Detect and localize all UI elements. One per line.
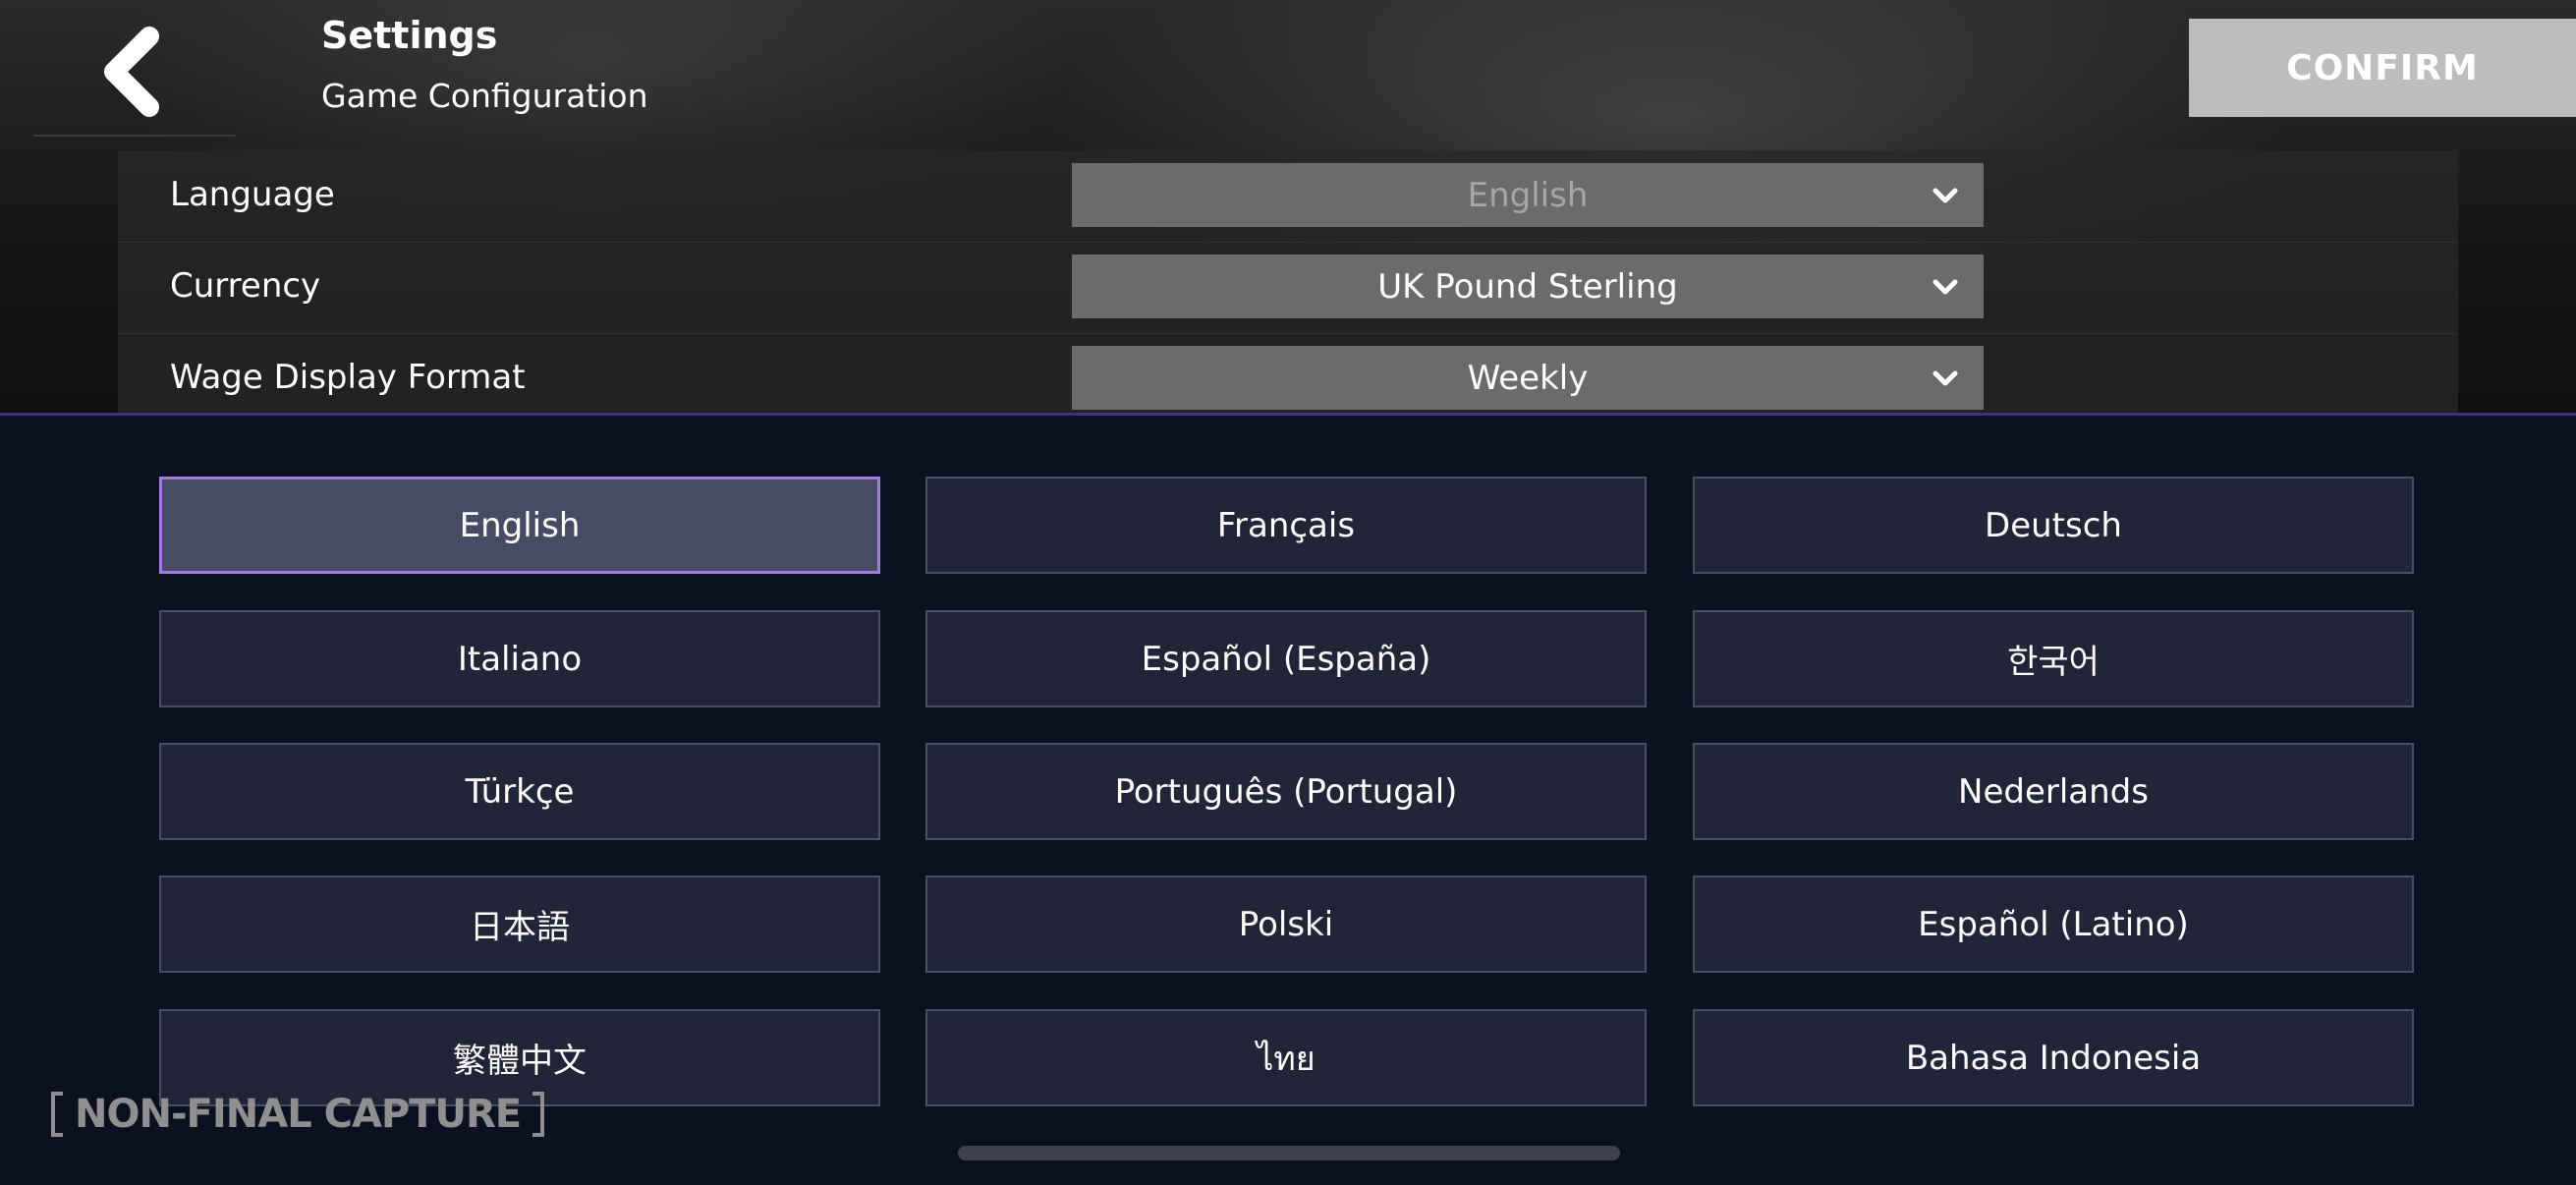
setting-label: Currency <box>170 266 321 306</box>
language-option-francais[interactable]: Français <box>925 477 1647 574</box>
setting-label: Language <box>170 175 335 214</box>
language-option-bahasa-indonesia[interactable]: Bahasa Indonesia <box>1693 1009 2414 1106</box>
watermark-bracket-left <box>51 1092 63 1137</box>
page-subtitle: Game Configuration <box>321 77 648 115</box>
panel-divider <box>0 413 2576 416</box>
confirm-button[interactable]: CONFIRM <box>2189 19 2576 117</box>
dropdown-value: Weekly <box>1467 358 1589 398</box>
language-option-italiano[interactable]: Italiano <box>159 610 880 707</box>
language-option-polski[interactable]: Polski <box>925 875 1647 973</box>
language-option-nederlands[interactable]: Nederlands <box>1693 743 2414 840</box>
back-underline <box>33 135 236 137</box>
watermark-text: NON-FINAL CAPTURE <box>75 1092 522 1137</box>
language-option-portugues[interactable]: Português (Portugal) <box>925 743 1647 840</box>
setting-row-currency: Currency UK Pound Sterling <box>118 242 2458 334</box>
watermark: NON-FINAL CAPTURE <box>51 1089 545 1140</box>
chevron-down-icon <box>1932 188 1958 203</box>
chevron-down-icon <box>1932 279 1958 295</box>
watermark-bracket-right <box>532 1092 545 1137</box>
language-option-espanol-espana[interactable]: Español (España) <box>925 610 1647 707</box>
language-option-turkce[interactable]: Türkçe <box>159 743 880 840</box>
page-title: Settings <box>321 14 498 57</box>
settings-panel: Language English Currency UK Pound Sterl… <box>118 150 2458 415</box>
setting-row-wage-format: Wage Display Format Weekly <box>118 333 2458 415</box>
language-option-espanol-latino[interactable]: Español (Latino) <box>1693 875 2414 973</box>
language-option-deutsch[interactable]: Deutsch <box>1693 477 2414 574</box>
chevron-down-icon <box>1932 370 1958 386</box>
setting-row-language: Language English <box>118 150 2458 243</box>
setting-label: Wage Display Format <box>170 358 526 397</box>
currency-dropdown[interactable]: UK Pound Sterling <box>1072 254 1984 318</box>
dropdown-value: English <box>1467 175 1589 215</box>
chevron-left-icon <box>104 27 159 117</box>
settings-header-area: Settings Game Configuration CONFIRM Lang… <box>0 0 2576 415</box>
wage-format-dropdown[interactable]: Weekly <box>1072 346 1984 410</box>
back-button[interactable] <box>88 18 177 126</box>
language-option-thai[interactable]: ไทย <box>925 1009 1647 1106</box>
language-option-english[interactable]: English <box>159 477 880 574</box>
language-option-japanese[interactable]: 日本語 <box>159 875 880 973</box>
language-dropdown[interactable]: English <box>1072 163 1984 227</box>
horizontal-scrollbar[interactable] <box>958 1146 1620 1160</box>
dropdown-value: UK Pound Sterling <box>1377 266 1678 307</box>
language-option-korean[interactable]: 한국어 <box>1693 610 2414 707</box>
